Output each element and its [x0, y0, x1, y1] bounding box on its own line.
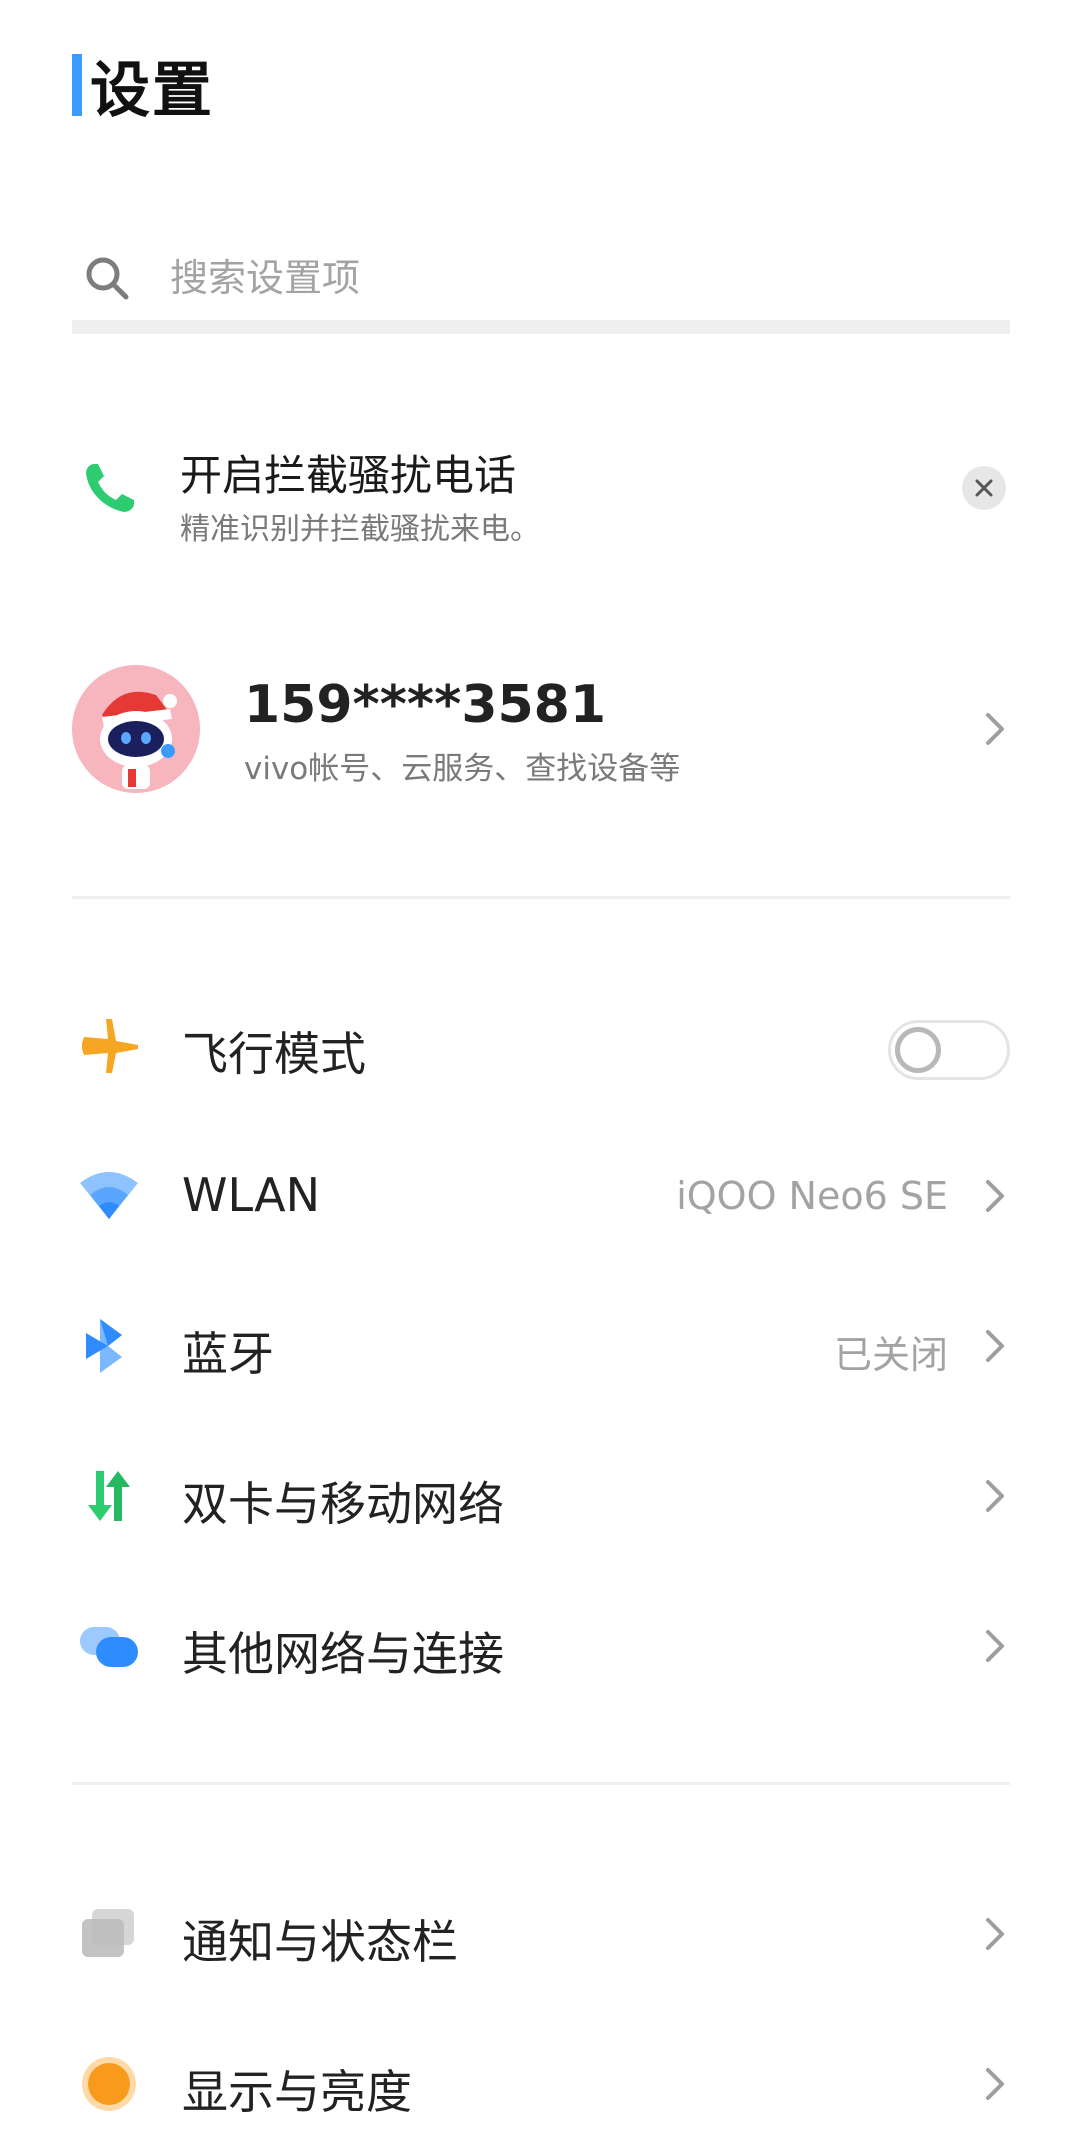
title-accent-bar [72, 54, 82, 116]
bluetooth-value: 已关闭 [833, 1333, 948, 1377]
search-bar[interactable] [72, 236, 1010, 320]
search-icon [86, 257, 129, 300]
chevron-right-icon [986, 1480, 1004, 1512]
sim-network-label: 双卡与移动网络 [182, 1477, 504, 1531]
chevron-right-icon [986, 1630, 1004, 1662]
settings-item-sim-mobile-network[interactable]: 双卡与移动网络 [72, 1440, 1010, 1550]
connection-icon [80, 1627, 138, 1667]
account-subtitle: vivo帐号、云服务、查找设备等 [244, 751, 681, 787]
settings-item-display-brightness[interactable]: 显示与亮度 [72, 2028, 1010, 2138]
chevron-right-icon [986, 713, 1004, 745]
settings-item-other-networks[interactable]: 其他网络与连接 [72, 1590, 1010, 1700]
bluetooth-label: 蓝牙 [182, 1327, 274, 1381]
section-divider [72, 896, 1010, 899]
wifi-icon [80, 1172, 138, 1219]
chevron-right-icon [986, 2068, 1004, 2100]
search-input[interactable] [168, 255, 932, 301]
airplane-mode-label: 飞行模式 [182, 1027, 366, 1081]
section-divider [72, 1782, 1010, 1785]
page-title: 设置 [90, 55, 214, 126]
sim-network-icon [88, 1471, 130, 1521]
chevron-right-icon [986, 1918, 1004, 1950]
wlan-value: iQOO Neo6 SE [676, 1174, 948, 1218]
close-icon [975, 479, 993, 497]
page-header: 设置 [72, 52, 214, 126]
airplane-mode-toggle[interactable] [888, 1020, 1010, 1080]
bluetooth-icon [86, 1319, 122, 1373]
settings-item-wlan[interactable]: WLAN iQOO Neo6 SE [72, 1140, 1010, 1250]
close-button[interactable] [962, 466, 1006, 510]
chevron-right-icon [986, 1330, 1004, 1362]
wlan-label: WLAN [182, 1168, 321, 1222]
robot-avatar-icon [72, 665, 200, 793]
toggle-knob [895, 1027, 941, 1073]
settings-item-notifications[interactable]: 通知与状态栏 [72, 1878, 1010, 1988]
avatar [72, 665, 200, 793]
notifications-label: 通知与状态栏 [182, 1915, 458, 1969]
search-underline [72, 320, 1010, 334]
account-number: 159****3581 [244, 675, 607, 735]
promo-subtitle: 精准识别并拦截骚扰来电。 [180, 512, 540, 547]
chevron-right-icon [986, 1180, 1004, 1212]
settings-item-bluetooth[interactable]: 蓝牙 已关闭 [72, 1290, 1010, 1400]
settings-item-airplane-mode[interactable]: 飞行模式 [72, 990, 1010, 1100]
display-brightness-label: 显示与亮度 [182, 2065, 412, 2119]
notification-icon [82, 1909, 134, 1957]
airplane-icon [82, 1019, 138, 1073]
other-networks-label: 其他网络与连接 [182, 1627, 504, 1681]
phone-icon [86, 464, 134, 512]
account-entry[interactable]: 159****3581 vivo帐号、云服务、查找设备等 [72, 665, 1010, 795]
promo-title: 开启拦截骚扰电话 [180, 451, 517, 500]
brightness-icon [82, 2057, 136, 2111]
spam-call-promo[interactable]: 开启拦截骚扰电话 精准识别并拦截骚扰来电。 [72, 436, 1010, 547]
